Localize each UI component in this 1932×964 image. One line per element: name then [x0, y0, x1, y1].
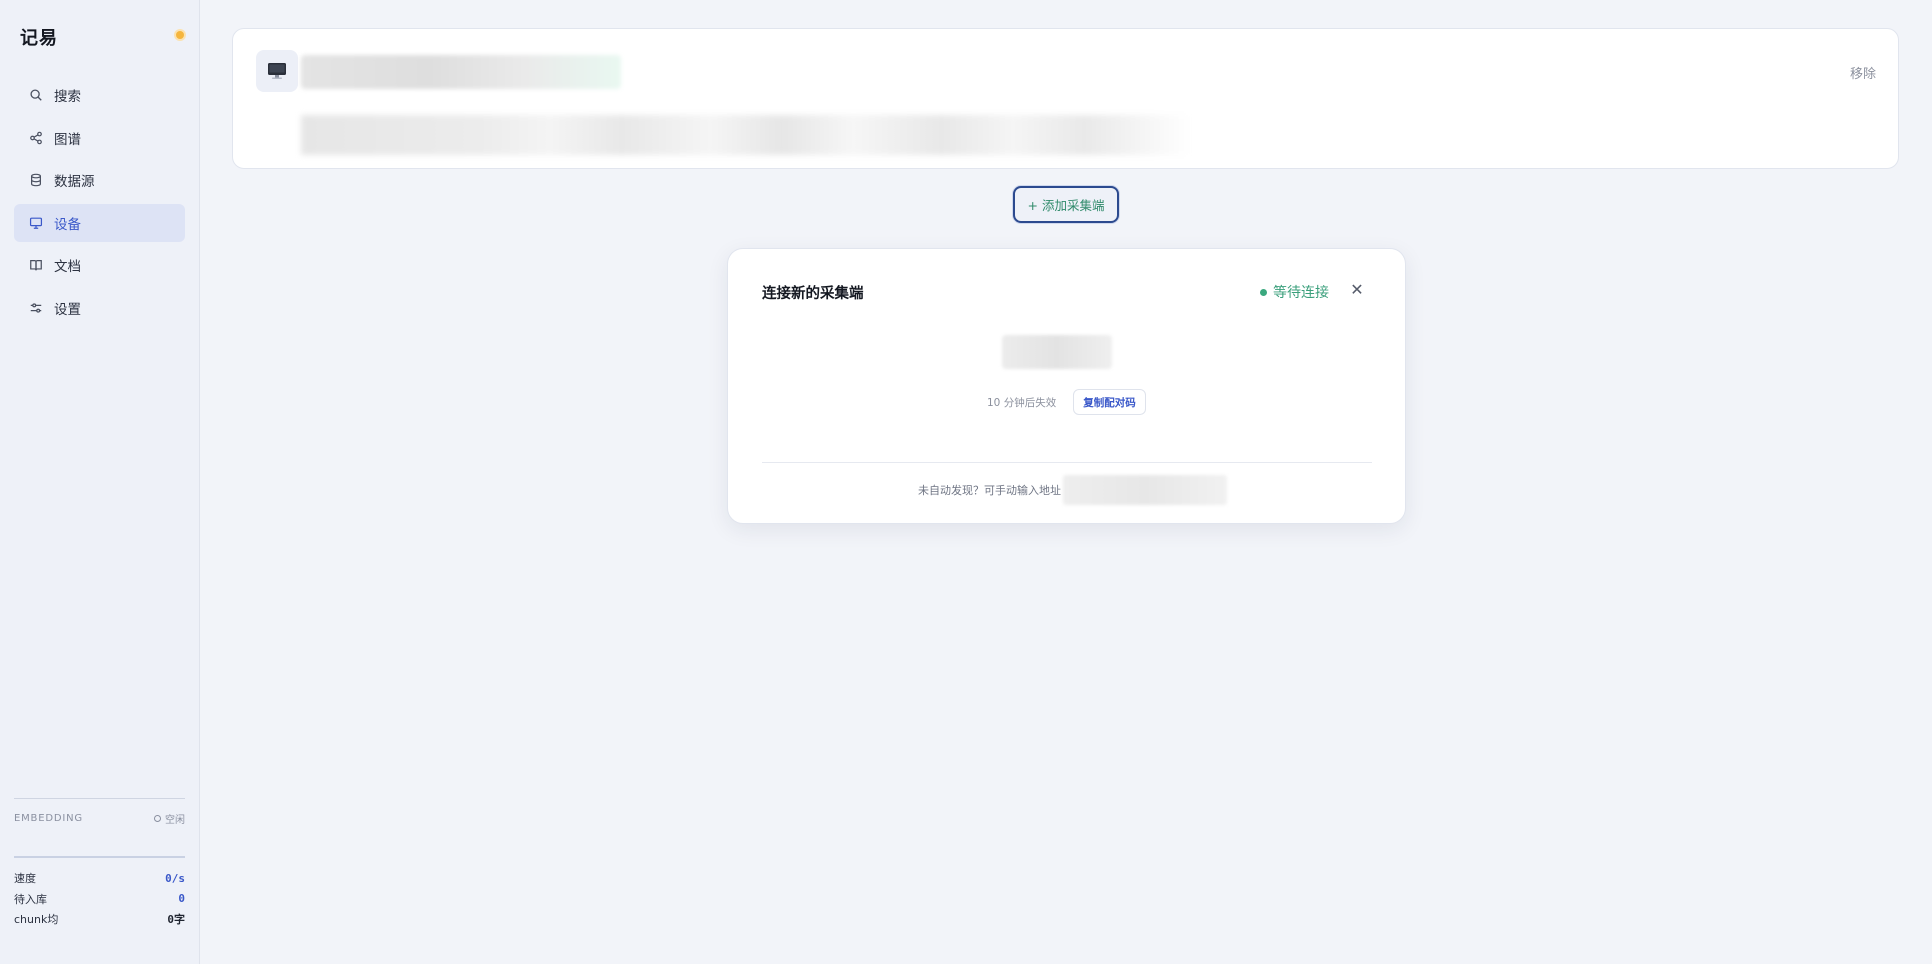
graph-icon [28, 130, 43, 145]
device-meta-redacted [301, 115, 1191, 155]
stat-speed: 速度 0/s [14, 868, 185, 889]
manual-address-row: 未自动发现？可手动输入地址 [918, 475, 1227, 505]
sidebar-item-label: 文档 [54, 259, 81, 275]
computer-icon [256, 50, 298, 92]
close-icon[interactable]: ✕ [1348, 280, 1366, 299]
sidebar-item-devices[interactable]: 设备 [14, 203, 185, 242]
copy-pairing-code-button[interactable]: 复制配对码 [1073, 389, 1146, 415]
sidebar-item-graph[interactable]: 图谱 [14, 119, 185, 157]
dialog-title: 连接新的采集端 [762, 286, 864, 302]
status-dot-icon [1260, 288, 1267, 296]
sidebar-item-settings[interactable]: 设置 [14, 289, 185, 327]
pairing-code-redacted [1002, 335, 1112, 369]
idle-ring-icon [154, 815, 161, 822]
sidebar-item-label: 图谱 [54, 131, 81, 148]
sliders-icon [28, 300, 43, 315]
embedding-status: 空闲 [154, 811, 185, 826]
connection-status-text: 等待连接 [1273, 285, 1329, 301]
theme-toggle-icon[interactable] [176, 31, 184, 39]
expire-text: 10 分钟后失效 [987, 397, 1057, 409]
manual-address-input[interactable] [1063, 475, 1227, 505]
stat-value: 0字 [167, 913, 185, 927]
stats-panel: 速度 0/s 待入库 0 chunk均 0字 [14, 856, 185, 930]
remove-device-button[interactable]: 移除 [1850, 63, 1876, 82]
sidebar-item-search[interactable]: 搜索 [14, 76, 185, 114]
manual-hint-text: 未自动发现？可手动输入地址 [918, 484, 1061, 497]
pair-dialog: 连接新的采集端 等待连接 ✕ 10 分钟后失效 复制配对码 未自动发现？可手动输… [727, 248, 1406, 524]
device-name-redacted [301, 55, 621, 89]
embedding-label: EMBEDDING [14, 813, 83, 824]
sidebar-item-docs[interactable]: 文档 [14, 246, 185, 284]
stat-pending: 待入库 0 [14, 889, 185, 910]
add-collector-button[interactable]: + 添加采集端 [1013, 186, 1119, 223]
sidebar-nav: 搜索 图谱 数据源 设备 文档 设置 [14, 76, 185, 331]
sidebar-item-datasource[interactable]: 数据源 [14, 161, 185, 199]
divider [762, 462, 1372, 463]
embedding-status-text: 空闲 [165, 815, 185, 826]
stat-chunk-avg: chunk均 0字 [14, 909, 185, 930]
sidebar: 记易 搜索 图谱 数据源 设备 文档 设置 EMBEDDING 空闲 速度 0/… [0, 0, 200, 964]
sidebar-item-label: 搜索 [54, 89, 81, 105]
sidebar-item-label: 数据源 [54, 174, 95, 190]
sidebar-item-label: 设备 [54, 216, 81, 233]
stat-label: 速度 [14, 872, 36, 886]
stat-label: 待入库 [14, 892, 47, 906]
stat-value: 0 [178, 892, 185, 906]
stat-label: chunk均 [14, 913, 59, 927]
database-icon [28, 173, 43, 188]
sidebar-item-label: 设置 [54, 301, 81, 318]
connection-status: 等待连接 [1260, 282, 1329, 302]
embedding-status-row: EMBEDDING 空闲 [14, 798, 185, 826]
stat-value: 0/s [165, 871, 185, 885]
app-title: 记易 [20, 28, 58, 49]
monitor-icon [28, 215, 43, 230]
search-icon [28, 88, 43, 103]
book-icon [28, 258, 43, 273]
device-card: 移除 [232, 28, 1899, 169]
